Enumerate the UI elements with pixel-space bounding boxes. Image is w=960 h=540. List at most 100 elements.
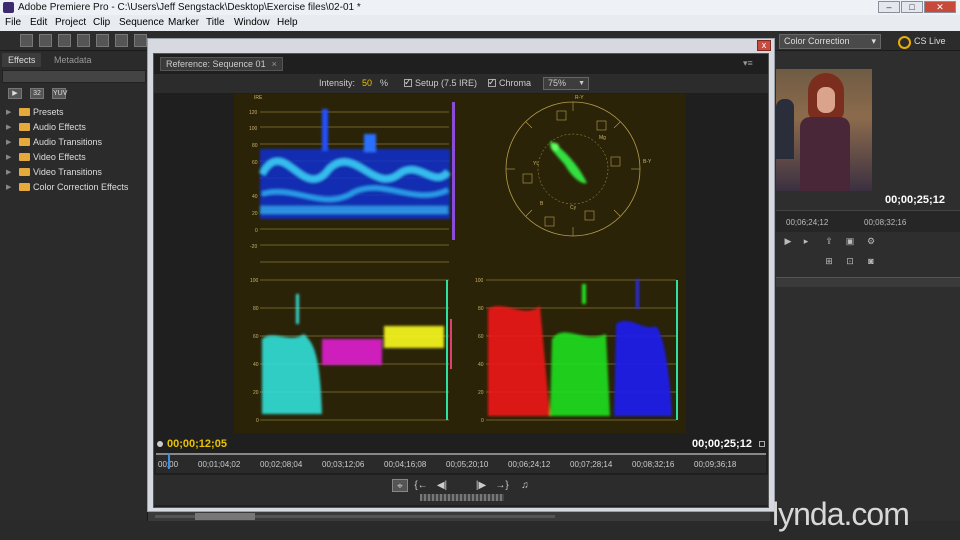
dialog-close-button[interactable]: x (757, 40, 771, 51)
menu-clip[interactable]: Clip (93, 15, 110, 31)
menu-sequence[interactable]: Sequence (119, 15, 164, 31)
tab-effects[interactable]: Effects (2, 53, 42, 67)
folder-video-transitions[interactable]: ▶ Video Transitions (6, 165, 102, 180)
ripple-edit-tool-icon[interactable] (58, 34, 71, 47)
folder-audio-transitions[interactable]: ▶ Audio Transitions (6, 135, 102, 150)
menu-window[interactable]: Window (234, 15, 270, 31)
workspace-select[interactable]: Color Correction ▾ (779, 34, 881, 49)
ruler-tick: 00;05;20;10 (446, 460, 489, 469)
jog-control[interactable] (420, 494, 504, 501)
folder-color-correction-effects[interactable]: ▶ Color Correction Effects (6, 180, 128, 195)
ycbcr-parade: 100 80 60 40 20 0 (250, 278, 452, 424)
track-select-tool-icon[interactable] (39, 34, 52, 47)
ruler-tick: 00;01;04;02 (198, 460, 241, 469)
menu-project[interactable]: Project (55, 15, 86, 31)
gang-source-icon[interactable]: ⌖ (392, 479, 408, 492)
folder-audio-effects[interactable]: ▶ Audio Effects (6, 120, 86, 135)
current-timecode[interactable]: 00;00;12;05 (167, 438, 227, 450)
timeline-strip (776, 277, 960, 287)
play-icon[interactable]: ▶ (781, 236, 795, 247)
scale-tick: 80 (478, 306, 484, 312)
panel-menu-icon[interactable]: ▾≡ (743, 58, 753, 69)
ire-tick: 20 (252, 211, 258, 217)
go-to-in-icon[interactable]: {← (413, 479, 429, 492)
settings-icon[interactable]: ⚙ (864, 236, 878, 247)
audio-output-icon[interactable]: ♫ (517, 479, 533, 492)
folder-icon (19, 153, 30, 161)
accelerated-effects-icon[interactable]: ▶ (8, 88, 22, 99)
folder-icon (19, 138, 30, 146)
razor-tool-icon[interactable] (115, 34, 128, 47)
program-timecode: 00;00;25;12 (885, 194, 945, 206)
menu-bar: File Edit Project Clip Sequence Marker T… (0, 15, 960, 31)
maximize-button[interactable]: □ (901, 1, 923, 13)
ruler-tick: 00;06;24;12 (786, 218, 829, 227)
menu-help[interactable]: Help (277, 15, 298, 31)
step-back-icon[interactable]: ◀| (434, 479, 450, 492)
ruler-tick: 00;04;16;08 (384, 460, 427, 469)
step-forward-icon[interactable]: ▸ (799, 236, 813, 247)
lift-icon[interactable]: ⇪ (822, 236, 836, 247)
ire-tick: 60 (252, 160, 258, 166)
ruler-tick: 00;06;24;12 (508, 460, 551, 469)
zoom-select[interactable]: 75% ▼ (543, 77, 589, 90)
trim-icon[interactable]: ⊞ (822, 256, 836, 267)
tab-close-icon[interactable]: × (272, 59, 277, 69)
setup-checkbox[interactable]: Setup (7.5 IRE) (404, 76, 477, 90)
scale-tick: 20 (478, 390, 484, 396)
program-time-ruler[interactable]: 00;06;24;12 00;08;32;16 (776, 210, 960, 232)
intensity-unit: % (380, 78, 389, 88)
minimize-button[interactable]: – (878, 1, 900, 13)
folder-icon (19, 123, 30, 131)
go-to-out-icon[interactable]: →} (494, 479, 510, 492)
menu-marker[interactable]: Marker (168, 15, 199, 31)
safe-margins-icon[interactable]: ▣ (843, 236, 857, 247)
slip-tool-icon[interactable] (134, 34, 147, 47)
rolling-edit-tool-icon[interactable] (77, 34, 90, 47)
scale-tick: 80 (253, 306, 259, 312)
ire-tick: 120 (249, 110, 258, 116)
menu-file[interactable]: File (5, 15, 21, 31)
tab-reference-sequence[interactable]: Reference: Sequence 01 × (160, 57, 283, 71)
yuv-effects-icon[interactable]: YUV (52, 88, 67, 99)
chroma-checkbox[interactable]: Chroma (488, 76, 531, 90)
ire-tick: -20 (250, 244, 257, 250)
close-button[interactable]: ✕ (924, 1, 956, 13)
folder-presets[interactable]: ▶ Presets (6, 105, 64, 120)
bottom-scrollbar[interactable] (155, 512, 555, 521)
vector-label: Cy (570, 205, 577, 211)
step-forward-icon[interactable]: |▶ (473, 479, 489, 492)
tab-metadata[interactable]: Metadata (48, 53, 98, 67)
rate-stretch-tool-icon[interactable] (96, 34, 109, 47)
scale-tick: 20 (253, 390, 259, 396)
cs-live-button[interactable]: CS Live (898, 34, 946, 49)
menu-title[interactable]: Title (206, 15, 225, 31)
scale-tick: 100 (475, 278, 484, 284)
ruler-tick: 00;09;36;18 (694, 460, 737, 469)
scopes-display: IRE 120 100 80 60 40 20 0 -20 R-Y B-Y Mg… (234, 94, 686, 433)
intensity-value[interactable]: 50 (362, 77, 372, 90)
playhead[interactable] (168, 453, 170, 469)
ire-label: IRE (254, 95, 263, 101)
ruler-tick: 00;08;32;16 (864, 218, 907, 227)
effects-search-input[interactable] (2, 70, 146, 83)
ruler-tick: 00;02;08;04 (260, 460, 303, 469)
marker-icon[interactable] (157, 441, 163, 447)
fit-zoom-icon[interactable] (759, 441, 765, 447)
selection-tool-icon[interactable] (20, 34, 33, 47)
ruler-tick: 00;08;32;16 (632, 460, 675, 469)
folder-video-effects[interactable]: ▶ Video Effects (6, 150, 86, 165)
menu-edit[interactable]: Edit (30, 15, 47, 31)
scale-tick: 0 (481, 418, 484, 424)
ire-tick: 100 (249, 126, 258, 132)
premiere-app-icon (3, 2, 14, 13)
time-ruler[interactable]: 00;00 00;01;04;02 00;02;08;04 00;03;12;0… (156, 453, 766, 473)
export-frame-icon[interactable]: ⊡ (843, 256, 857, 267)
ruler-tick: 00;07;28;14 (570, 460, 613, 469)
vector-label: Mg (599, 135, 606, 141)
lynda-watermark: lynda.com (772, 496, 910, 532)
folder-icon (19, 183, 30, 191)
camera-icon[interactable]: ◙ (864, 256, 878, 267)
32bit-effects-icon[interactable]: 32 (30, 88, 44, 99)
vector-label: R-Y (575, 95, 584, 101)
